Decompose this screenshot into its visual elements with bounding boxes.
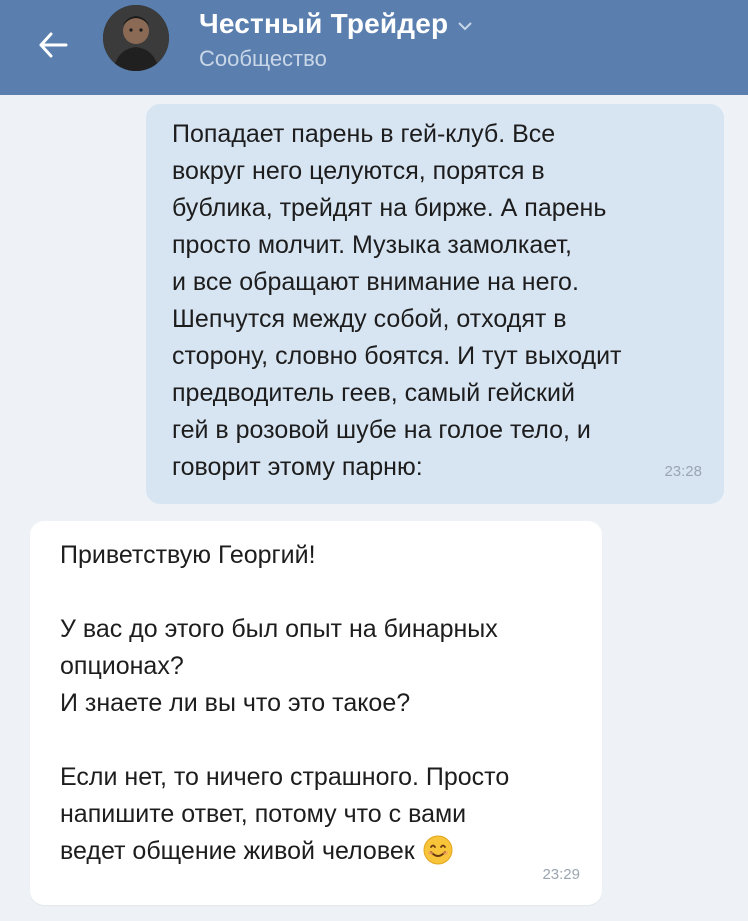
incoming-message[interactable]: Приветствую Георгий! У вас до этого был … <box>30 521 602 905</box>
message-line: И знаете ли вы что это такое? <box>60 689 411 717</box>
message-line-text: ведет общение живой человек <box>60 837 415 865</box>
message-line: Если нет, то ничего страшного. Просто <box>60 763 510 791</box>
outgoing-message[interactable]: Попадает парень в гей-клуб. Все вокруг н… <box>146 104 724 504</box>
chat-subtitle: Сообщество <box>199 46 327 71</box>
message-line: У вас до этого был опыт на бинарных <box>60 615 498 643</box>
message-line: говорит этому парню: <box>172 453 423 481</box>
chat-title-block[interactable]: Честный Трейдер Сообщество <box>199 8 473 72</box>
smiling-face-emoji-icon <box>423 835 453 865</box>
message-line: гей в розовой шубе на голое тело, и <box>172 416 591 444</box>
message-line: Приветствую Георгий! <box>60 541 316 569</box>
chat-title: Честный Трейдер <box>199 8 449 39</box>
message-line-last: ведет общение живой человек <box>60 833 582 870</box>
chevron-down-icon <box>458 21 473 30</box>
back-button[interactable] <box>30 22 76 68</box>
message-line: предводитель геев, самый гейский <box>172 379 575 407</box>
message-line: напишите ответ, потому что с вами <box>60 800 467 828</box>
message-timestamp: 23:29 <box>542 866 580 883</box>
app-header: Честный Трейдер Сообщество <box>0 0 748 95</box>
message-line: сторону, словно боятся. И тут выходит <box>172 342 622 370</box>
message-line: и все обращают внимание на него. <box>172 268 579 296</box>
avatar[interactable] <box>103 5 169 71</box>
chat-title-row: Честный Трейдер <box>199 8 473 40</box>
message-line: Попадает парень в гей-клуб. Все <box>172 120 556 148</box>
message-timestamp: 23:28 <box>664 463 702 480</box>
message-line: бублика, трейдят на бирже. А парень <box>172 194 607 222</box>
message-line: опционах? <box>60 652 184 680</box>
message-line: Шепчутся между собой, отходят в <box>172 305 567 333</box>
message-line: вокруг него целуются, порятся в <box>172 157 545 185</box>
message-line: просто молчит. Музыка замолкает, <box>172 231 572 259</box>
arrow-left-icon <box>39 32 68 58</box>
